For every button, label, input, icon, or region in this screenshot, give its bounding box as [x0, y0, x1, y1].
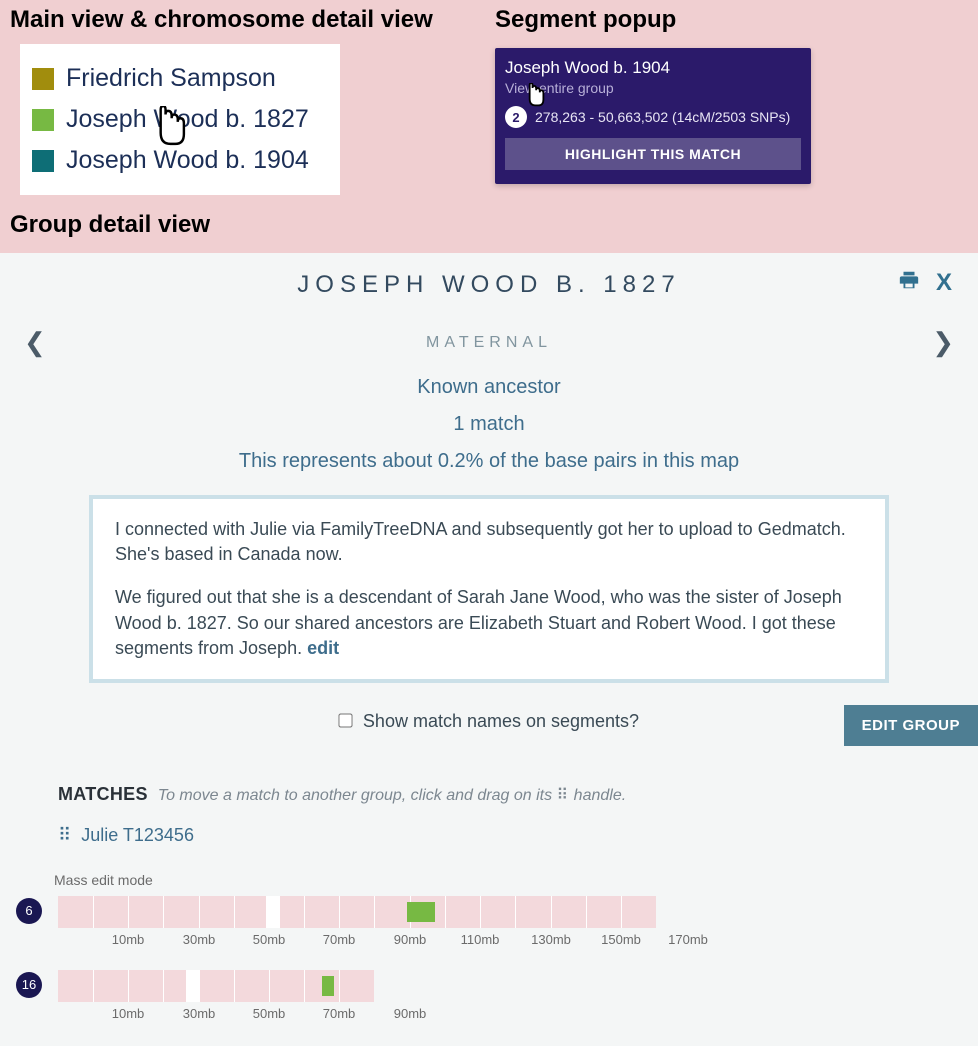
- highlight-match-button[interactable]: HIGHLIGHT THIS MATCH: [505, 138, 801, 170]
- color-swatch: [32, 109, 54, 131]
- chromosome-axis: 10mb30mb50mb70mb90mb: [58, 1006, 374, 1026]
- print-icon[interactable]: [898, 269, 920, 297]
- heading-popup: Segment popup: [495, 6, 968, 34]
- note-paragraph: I connected with Julie via FamilyTreeDNA…: [115, 517, 863, 567]
- close-icon[interactable]: X: [936, 269, 952, 297]
- axis-label: 50mb: [253, 1006, 286, 1021]
- show-names-text: Show match names on segments?: [363, 711, 639, 731]
- chromosome-track[interactable]: [58, 896, 656, 928]
- group-notes: I connected with Julie via FamilyTreeDNA…: [89, 495, 889, 683]
- next-group-button[interactable]: ❯: [924, 327, 962, 358]
- legend-item-friedrich[interactable]: Friedrich Sampson: [32, 58, 322, 99]
- chromosome-row: 16 10mb 30mb 50mb 70mb 90mb: [16, 970, 962, 1026]
- note-paragraph: We figured out that she is a descendant …: [115, 585, 863, 661]
- axis-label: 50mb: [253, 932, 286, 947]
- chromosome-badge: 2: [505, 106, 527, 128]
- color-swatch: [32, 68, 54, 90]
- edit-notes-link[interactable]: edit: [307, 638, 339, 658]
- group-legend: Friedrich Sampson Joseph Wood b. 1827 Jo…: [20, 44, 340, 195]
- axis-label: 10mb: [112, 1006, 145, 1021]
- legend-label: Joseph Wood b. 1904: [66, 146, 309, 175]
- legend-item-joseph-1904[interactable]: Joseph Wood b. 1904: [32, 140, 322, 181]
- legend-label: Joseph Wood b. 1827: [66, 105, 309, 134]
- view-entire-group-link[interactable]: View entire group: [505, 80, 614, 96]
- percent-line: This represents about 0.2% of the base p…: [16, 450, 962, 473]
- side-label: MATERNAL: [426, 334, 552, 352]
- show-names-checkbox[interactable]: [338, 713, 352, 727]
- edit-group-button[interactable]: EDIT GROUP: [844, 705, 978, 746]
- axis-label: 90mb: [394, 1006, 427, 1021]
- match-count: 1 match: [16, 413, 962, 436]
- axis-label: 70mb: [323, 932, 356, 947]
- axis-label: 150mb: [601, 932, 641, 947]
- axis-label: 110mb: [461, 932, 500, 947]
- chromosome-axis: 10mb30mb50mb70mb90mb110mb130mb150mb170mb: [58, 932, 656, 952]
- heading-group-detail: Group detail view: [0, 203, 978, 253]
- dna-segment[interactable]: [407, 902, 435, 922]
- prev-group-button[interactable]: ❮: [16, 327, 54, 358]
- dna-segment[interactable]: [322, 976, 334, 996]
- axis-label: 30mb: [183, 1006, 216, 1021]
- axis-label: 130mb: [531, 932, 571, 947]
- segment-popup: Joseph Wood b. 1904 View entire group 2 …: [495, 48, 811, 184]
- known-ancestor: Known ancestor: [16, 376, 962, 399]
- chromosome-number-badge: 6: [16, 898, 42, 924]
- chromosome-track[interactable]: [58, 970, 374, 1002]
- axis-label: 30mb: [183, 932, 216, 947]
- heading-main: Main view & chromosome detail view: [10, 6, 475, 34]
- legend-label: Friedrich Sampson: [66, 64, 276, 93]
- match-row: ⠿ Julie T123456: [58, 825, 962, 846]
- drag-handle-icon: ⠿: [557, 787, 570, 804]
- color-swatch: [32, 150, 54, 172]
- legend-item-joseph-1827[interactable]: Joseph Wood b. 1827: [32, 99, 322, 140]
- segment-coords: 278,263 - 50,663,502 (14cM/2503 SNPs): [535, 109, 790, 125]
- match-name-link[interactable]: Julie T123456: [81, 825, 194, 845]
- axis-label: 70mb: [323, 1006, 356, 1021]
- mass-edit-mode-link[interactable]: Mass edit mode: [54, 872, 153, 888]
- chromosome-number-badge: 16: [16, 972, 42, 998]
- matches-hint: To move a match to another group, click …: [158, 785, 626, 805]
- axis-label: 10mb: [112, 932, 145, 947]
- chromosome-row: 6 10mb 30mb 50mb 70mb 90mb 110mb 130mb 150mb 170m…: [16, 896, 962, 952]
- popup-group-name: Joseph Wood b. 1904: [505, 58, 801, 78]
- matches-heading: MATCHES: [58, 784, 148, 805]
- drag-handle-icon[interactable]: ⠿: [58, 825, 72, 845]
- axis-label: 170mb: [668, 932, 708, 947]
- group-title: JOSEPH WOOD B. 1827: [297, 271, 680, 299]
- show-names-label[interactable]: Show match names on segments?: [339, 711, 639, 731]
- axis-label: 90mb: [394, 932, 427, 947]
